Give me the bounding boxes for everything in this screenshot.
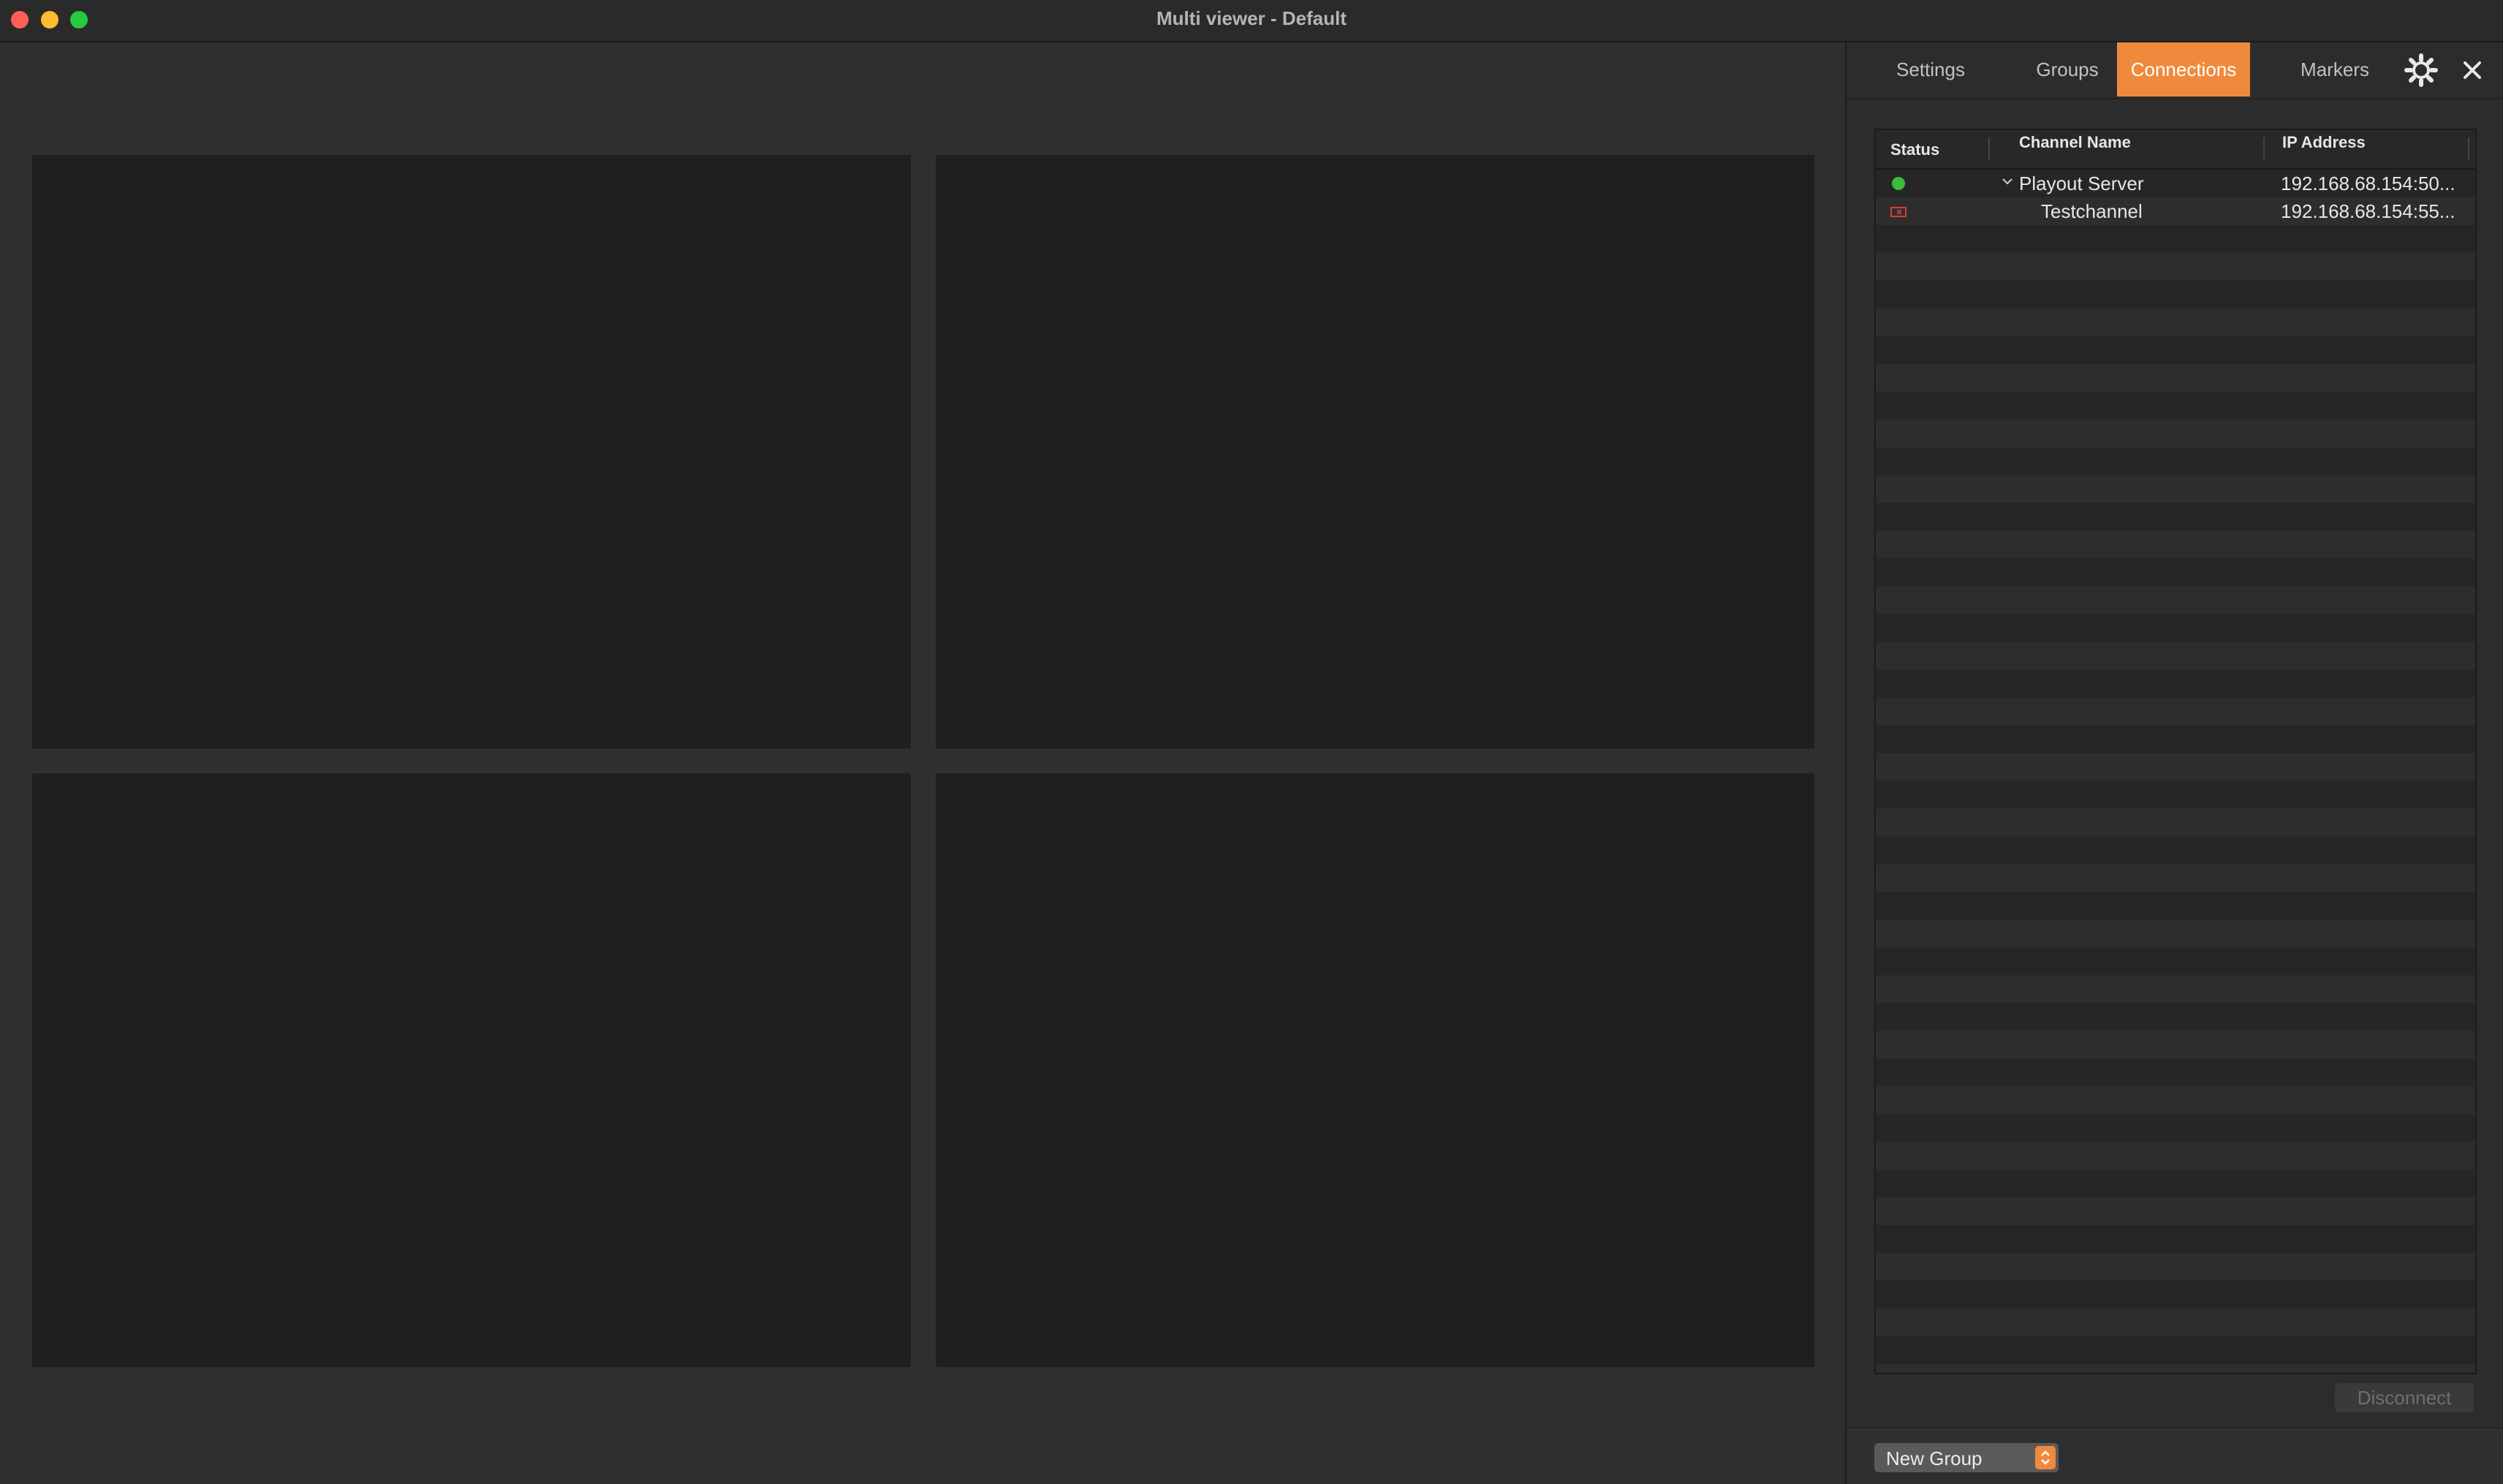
- status-cell: [1890, 177, 1908, 190]
- tab-settings[interactable]: Settings: [1868, 42, 1993, 96]
- app-window: Multi viewer - Default Settings Groups C…: [0, 0, 2503, 1484]
- ip-address: 192.168.68.154:55...: [2281, 200, 2455, 222]
- chevron-down-icon[interactable]: [2000, 174, 2015, 189]
- disconnect-button[interactable]: Disconnect: [2335, 1383, 2474, 1412]
- tab-markers[interactable]: Markers: [2269, 42, 2401, 96]
- column-header-status[interactable]: Status: [1890, 140, 1939, 159]
- panel-tabs: Settings Groups Connections Markers: [1847, 42, 2503, 99]
- column-divider[interactable]: [1988, 137, 1990, 161]
- close-icon[interactable]: [2458, 56, 2487, 85]
- title-bar: Multi viewer - Default: [0, 0, 2503, 42]
- group-select[interactable]: New Group: [1874, 1443, 2059, 1472]
- table-row[interactable]: Playout Server 192.168.68.154:50...: [1876, 170, 2475, 197]
- column-header-ip-address[interactable]: IP Address: [2282, 133, 2366, 152]
- table-body: Playout Server 192.168.68.154:50... Test…: [1876, 170, 2475, 1373]
- channel-name: Testchannel: [2041, 200, 2143, 222]
- table-row[interactable]: Testchannel 192.168.68.154:55...: [1876, 197, 2475, 225]
- viewer-tile-4[interactable]: [936, 773, 1814, 1367]
- ip-address: 192.168.68.154:50...: [2281, 173, 2455, 194]
- viewer-tile-3[interactable]: [32, 773, 911, 1367]
- side-panel: Settings Groups Connections Markers Stat…: [1845, 42, 2503, 1484]
- column-header-channel-name[interactable]: Channel Name: [2019, 133, 2131, 152]
- bottom-bar: New Group: [1847, 1427, 2503, 1484]
- tab-connections[interactable]: Connections: [2117, 42, 2250, 96]
- viewer-grid: [0, 42, 1844, 1484]
- viewer-tile-1[interactable]: [32, 155, 911, 749]
- green-dot-icon: [1892, 177, 1905, 190]
- gear-icon[interactable]: [2404, 53, 2439, 88]
- connections-table: Status Channel Name IP Address Playout S…: [1874, 129, 2477, 1374]
- up-down-arrows-icon: [2035, 1446, 2056, 1469]
- status-cell: [1890, 205, 1908, 218]
- column-divider[interactable]: [2263, 137, 2265, 161]
- window-title: Multi viewer - Default: [1156, 7, 1347, 29]
- column-divider[interactable]: [2468, 137, 2469, 161]
- tab-groups[interactable]: Groups: [2002, 42, 2133, 96]
- table-header: Status Channel Name IP Address: [1876, 130, 2475, 170]
- group-select-value: New Group: [1886, 1447, 1983, 1469]
- viewer-tile-2[interactable]: [936, 155, 1814, 749]
- error-icon: [1890, 207, 1906, 217]
- channel-name: Playout Server: [2019, 173, 2144, 194]
